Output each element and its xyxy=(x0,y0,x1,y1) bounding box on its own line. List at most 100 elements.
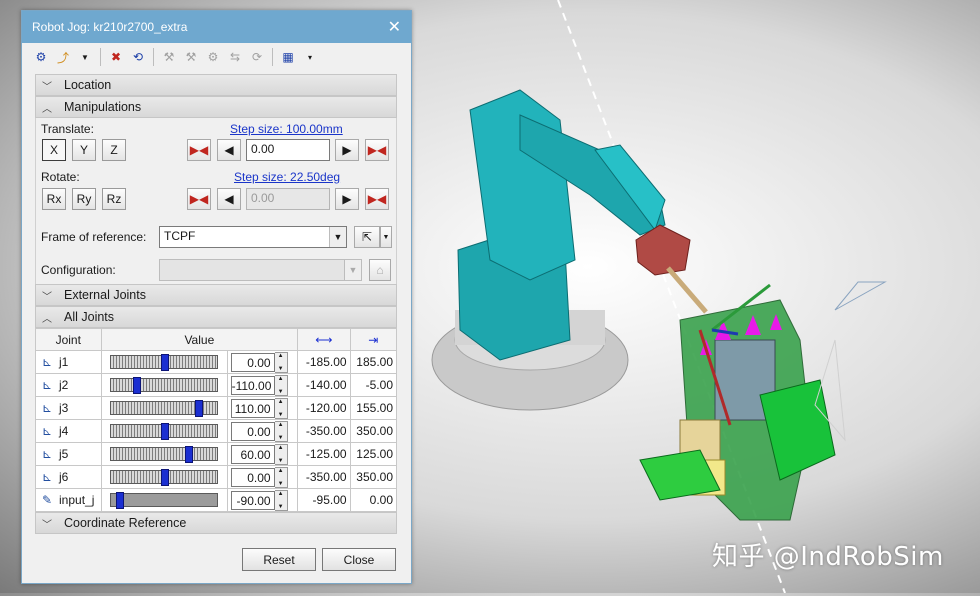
frame-picker-icon[interactable]: ⇱ xyxy=(354,226,380,248)
table-row: ⊾ j5 60.00 ▲ ▼ -125.00 125.00 xyxy=(35,442,398,466)
tool-icon[interactable]: ⚙ xyxy=(32,48,50,66)
disabled-icon-2[interactable]: ⚒ xyxy=(182,48,200,66)
slider-thumb[interactable] xyxy=(161,423,170,440)
joint-slider[interactable] xyxy=(110,469,219,486)
spinner-icon[interactable]: ▲ ▼ xyxy=(274,489,288,511)
joint-name-cell: ⊾ j2 xyxy=(35,373,102,397)
joint-min: -350.00 xyxy=(297,465,351,489)
joint-slider[interactable] xyxy=(110,446,219,463)
rotate-max-right-button[interactable]: ▶◀ xyxy=(365,188,389,210)
slider-thumb[interactable] xyxy=(116,492,125,509)
rotate-step-link[interactable]: Step size: 22.50deg xyxy=(234,170,340,184)
rotate-right-button[interactable]: ▶ xyxy=(335,188,359,210)
translate-z-button[interactable]: Z xyxy=(102,139,126,161)
joint-slider[interactable] xyxy=(110,377,219,394)
rotate-max-left-button[interactable]: ▶◀ xyxy=(187,188,211,210)
joint-min: -125.00 xyxy=(297,442,351,466)
disabled-icon-5[interactable]: ⟳ xyxy=(248,48,266,66)
configuration-lock-icon[interactable]: ⌂ xyxy=(369,259,391,281)
joint-value-input[interactable]: 0.00 xyxy=(230,467,275,487)
rotate-rx-button[interactable]: Rx xyxy=(42,188,66,210)
toolbar-separator xyxy=(100,48,101,66)
disabled-icon-1[interactable]: ⚒ xyxy=(160,48,178,66)
translate-x-button[interactable]: X xyxy=(42,139,66,161)
table-row: ⊾ j2 -110.00 ▲ ▼ -140.00 -5.00 xyxy=(35,373,398,397)
joint-max: 350.00 xyxy=(349,465,398,489)
spinner-icon[interactable]: ▲ ▼ xyxy=(274,374,288,396)
axis-icon[interactable]: ⤴ xyxy=(54,48,72,66)
slider-thumb[interactable] xyxy=(195,400,204,417)
joint-slider[interactable] xyxy=(110,423,219,440)
joint-slider[interactable] xyxy=(110,400,219,417)
joint-value-input[interactable]: 110.00 xyxy=(230,398,275,418)
translate-max-left-button[interactable]: ▶◀ xyxy=(187,139,211,161)
slider-thumb[interactable] xyxy=(161,469,170,486)
section-external-joints[interactable]: ﹀ External Joints xyxy=(35,284,397,306)
value-header: Value xyxy=(100,328,299,351)
joint-name: j5 xyxy=(59,447,69,461)
spinner-icon[interactable]: ▲ ▼ xyxy=(274,466,288,488)
translate-y-button[interactable]: Y xyxy=(72,139,96,161)
spinner-icon[interactable]: ▲ ▼ xyxy=(274,420,288,442)
slider-thumb[interactable] xyxy=(161,354,170,371)
toolbar: ⚙ ⤴ ▼ ✖ ⟲ ⚒ ⚒ ⚙ ⇆ ⟳ ▦ ▾ xyxy=(22,43,411,71)
translate-max-right-button[interactable]: ▶◀ xyxy=(365,139,389,161)
configuration-select[interactable]: ▼ xyxy=(159,259,362,281)
section-label: Location xyxy=(64,78,112,92)
joint-value-input[interactable]: -90.00 xyxy=(230,490,275,510)
joint-slider-cell xyxy=(100,419,228,443)
joint-value-input[interactable]: 0.00 xyxy=(230,352,275,372)
joint-value-cell: -110.00 ▲ ▼ xyxy=(226,373,299,397)
disabled-icon-3[interactable]: ⚙ xyxy=(204,48,222,66)
table-icon[interactable]: ▦ xyxy=(279,48,297,66)
section-location[interactable]: ﹀ Location xyxy=(35,74,397,96)
joint-icon: ⊾ xyxy=(41,424,53,438)
spinner-icon[interactable]: ▲ ▼ xyxy=(274,351,288,373)
dialog-titlebar[interactable]: Robot Jog: kr210r2700_extra ✕ xyxy=(22,11,411,43)
rotate-rz-button[interactable]: Rz xyxy=(102,188,126,210)
more-icon[interactable]: ▾ xyxy=(301,48,319,66)
teach-icon[interactable]: ⟲ xyxy=(129,48,147,66)
translate-right-button[interactable]: ▶ xyxy=(335,139,359,161)
joint-name-cell: ⊾ j3 xyxy=(35,396,102,420)
frame-of-reference-select[interactable]: TCPF ▼ xyxy=(159,226,347,248)
joint-slider[interactable] xyxy=(110,492,219,509)
translate-step-link[interactable]: Step size: 100.00mm xyxy=(230,122,343,136)
input-joint-icon: ✎ xyxy=(41,493,53,507)
joint-value-input[interactable]: 60.00 xyxy=(230,444,275,464)
joint-slider[interactable] xyxy=(110,354,219,371)
close-icon[interactable]: ✕ xyxy=(388,17,401,37)
section-coordinate-reference[interactable]: ﹀ Coordinate Reference xyxy=(35,512,397,534)
joints-table: Joint Value ⟷ ⇥ ⊾ j1 0.00 ▲ ▼ -185.00 185… xyxy=(35,328,398,512)
rotate-left-button[interactable]: ◀ xyxy=(217,188,241,210)
table-row: ⊾ j1 0.00 ▲ ▼ -185.00 185.00 xyxy=(35,350,398,374)
section-all-joints[interactable]: ︿ All Joints xyxy=(35,306,397,328)
slider-thumb[interactable] xyxy=(133,377,142,394)
close-button[interactable]: Close xyxy=(322,548,396,571)
slider-thumb[interactable] xyxy=(185,446,194,463)
reset-red-icon[interactable]: ✖ xyxy=(107,48,125,66)
rotate-ry-button[interactable]: Ry xyxy=(72,188,96,210)
chevron-down-icon: ▼ xyxy=(344,260,361,280)
table-row: ⊾ j6 0.00 ▲ ▼ -350.00 350.00 xyxy=(35,465,398,489)
joint-value-input[interactable]: -110.00 xyxy=(230,375,275,395)
joint-max: 185.00 xyxy=(349,350,398,374)
chevron-down-icon: ﹀ xyxy=(42,81,52,93)
rotate-value-input[interactable]: 0.00 xyxy=(246,188,330,210)
watermark: 知乎 @IndRobSim xyxy=(712,542,944,572)
joint-name: j2 xyxy=(59,378,69,392)
spinner-icon[interactable]: ▲ ▼ xyxy=(274,443,288,465)
dropdown-icon[interactable]: ▼ xyxy=(76,48,94,66)
section-manipulations[interactable]: ︿ Manipulations xyxy=(35,96,397,118)
joint-value-cell: -90.00 ▲ ▼ xyxy=(226,488,299,512)
frame-picker-dropdown[interactable]: ▼ xyxy=(380,226,392,248)
chevron-up-icon: ︿ xyxy=(42,103,52,115)
disabled-icon-4[interactable]: ⇆ xyxy=(226,48,244,66)
joint-value-cell: 0.00 ▲ ▼ xyxy=(226,350,299,374)
joint-name: j3 xyxy=(59,401,69,415)
translate-value-input[interactable]: 0.00 xyxy=(246,139,330,161)
reset-button[interactable]: Reset xyxy=(242,548,316,571)
joint-value-input[interactable]: 0.00 xyxy=(230,421,275,441)
spinner-icon[interactable]: ▲ ▼ xyxy=(274,397,288,419)
translate-left-button[interactable]: ◀ xyxy=(217,139,241,161)
